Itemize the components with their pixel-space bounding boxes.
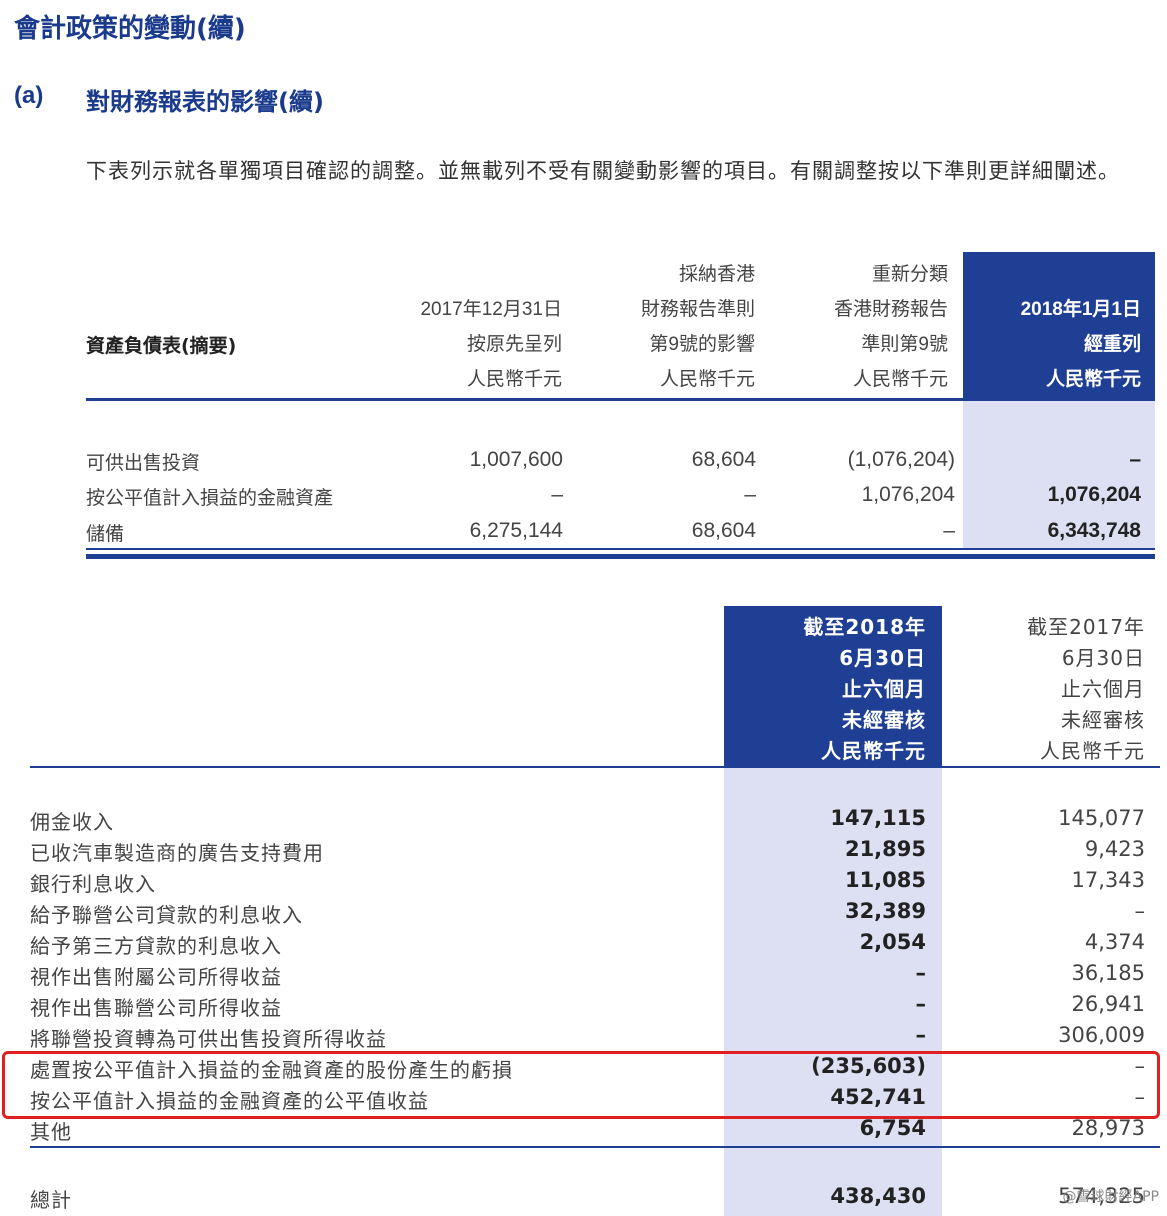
section-letter: (a) [14, 82, 44, 109]
header-line: 截至2017年 [1027, 615, 1145, 639]
watermark: @雪球財經APP [1062, 1189, 1159, 1205]
table-cell: 28,973 [1071, 1116, 1145, 1140]
table-cell: 1,076,204 [861, 483, 955, 506]
table-row-label: 其他 [30, 1120, 72, 1144]
table-row-label: 已收汽車製造商的廣告支持費用 [30, 841, 324, 865]
total-cell: 438,430 [830, 1184, 926, 1208]
table-row-label: 將聯營投資轉為可供出售投資所得收益 [30, 1027, 387, 1051]
header-line: 止六個月 [1061, 677, 1145, 701]
table-cell: 36,185 [1071, 961, 1145, 985]
table-cell: 2,054 [859, 930, 926, 954]
header-line: 重新分類 [871, 264, 948, 285]
table-row-label: 按公平值計入損益的金融資產 [86, 487, 334, 509]
page-title: 會計政策的變動(續) [14, 14, 246, 44]
table-cell: – [915, 1023, 927, 1047]
table-cell: – [915, 992, 927, 1016]
table-cell: 1,007,600 [469, 448, 563, 471]
table-cell: 21,895 [844, 837, 926, 861]
table-cell: 6,343,748 [1047, 519, 1141, 542]
table-cell: 17,343 [1071, 868, 1145, 892]
table-bottom-rule [86, 554, 1155, 559]
header-divider [30, 766, 1160, 768]
table-cell: 6,275,144 [469, 519, 563, 542]
table-cell: 4,374 [1084, 930, 1145, 954]
header-line: 2017年12月31日 [420, 299, 562, 320]
table-cell: 68,604 [691, 448, 756, 471]
table-cell: 9,423 [1084, 837, 1145, 861]
table-cell: – [1134, 899, 1146, 923]
table-cell: (1,076,204) [847, 448, 955, 471]
table-cell: 32,389 [844, 899, 926, 923]
header-line: 香港財務報告 [833, 299, 948, 320]
header-line: 截至2018年 [803, 615, 926, 639]
table-row-label: 視作出售附屬公司所得收益 [30, 965, 282, 989]
table-row-label: 給予聯營公司貸款的利息收入 [30, 903, 303, 927]
table-cell: – [744, 483, 756, 506]
column-header-reclassification: 重新分類 香港財務報告 準則第9號 人民幣千元 [775, 257, 948, 397]
table-cell: – [551, 483, 563, 506]
header-line: 未經審核 [842, 708, 926, 732]
column-header-as-previously-reported: 2017年12月31日 按原先呈列 人民幣千元 [380, 292, 562, 397]
table-cell: 145,077 [1058, 806, 1145, 830]
table-row-label: 視作出售聯營公司所得收益 [30, 996, 282, 1020]
table-cell: 26,941 [1071, 992, 1145, 1016]
table-cell: 68,604 [691, 519, 756, 542]
table-row-label: 銀行利息收入 [30, 872, 156, 896]
column-header-hkfrs9-impact: 採納香港 財務報告準則 第9號的影響 人民幣千元 [580, 257, 755, 397]
header-line: 人民幣千元 [821, 739, 926, 763]
section-title: 對財務報表的影響(續) [86, 88, 324, 116]
header-line: 止六個月 [842, 677, 926, 701]
table-row-label: 儲備 [86, 523, 125, 545]
table-cell: 147,115 [830, 806, 926, 830]
table-cell: 11,085 [844, 868, 926, 892]
header-line: 人民幣千元 [1045, 369, 1141, 390]
table-cell: – [915, 961, 927, 985]
column-header-2017: 截至2017年 6月30日 止六個月 未經審核 人民幣千元 [945, 612, 1145, 767]
table-cell: – [1129, 448, 1141, 471]
header-line: 人民幣千元 [466, 369, 562, 390]
table-cell: 1,076,204 [1047, 483, 1141, 506]
table-row-label: 給予第三方貸款的利息收入 [30, 934, 282, 958]
header-line: 人民幣千元 [852, 369, 948, 390]
header-line: 按原先呈列 [466, 334, 562, 355]
total-row-label: 總計 [30, 1188, 72, 1212]
header-divider [86, 398, 1155, 401]
highlight-box [2, 1051, 1160, 1119]
intro-paragraph: 下表列示就各單獨項目確認的調整。並無載列不受有關變動影響的項目。有關調整按以下準… [86, 159, 1120, 183]
table-row-label: 佣金收入 [30, 810, 114, 834]
table-cell: – [943, 519, 955, 542]
header-line: 6月30日 [1061, 646, 1145, 670]
header-line: 經重列 [1083, 334, 1141, 355]
column-header-2018: 截至2018年 6月30日 止六個月 未經審核 人民幣千元 [726, 612, 926, 767]
table-row-label: 可供出售投資 [86, 452, 201, 474]
column-header-restated: 2018年1月1日 經重列 人民幣千元 [965, 292, 1141, 397]
total-divider [86, 548, 1155, 550]
header-line: 第9號的影響 [649, 334, 755, 355]
header-line: 人民幣千元 [659, 369, 755, 390]
header-line: 財務報告準則 [640, 299, 755, 320]
header-line: 準則第9號 [861, 334, 948, 355]
subtotal-divider [30, 1146, 1160, 1148]
table-cell: 306,009 [1058, 1023, 1145, 1047]
table-cell: 6,754 [859, 1116, 926, 1140]
header-line: 2018年1月1日 [1020, 299, 1141, 320]
header-line: 採納香港 [678, 264, 755, 285]
header-line: 人民幣千元 [1040, 739, 1145, 763]
balance-sheet-row-header: 資產負債表(摘要) [86, 335, 237, 357]
header-line: 6月30日 [839, 646, 926, 670]
header-line: 未經審核 [1061, 708, 1145, 732]
